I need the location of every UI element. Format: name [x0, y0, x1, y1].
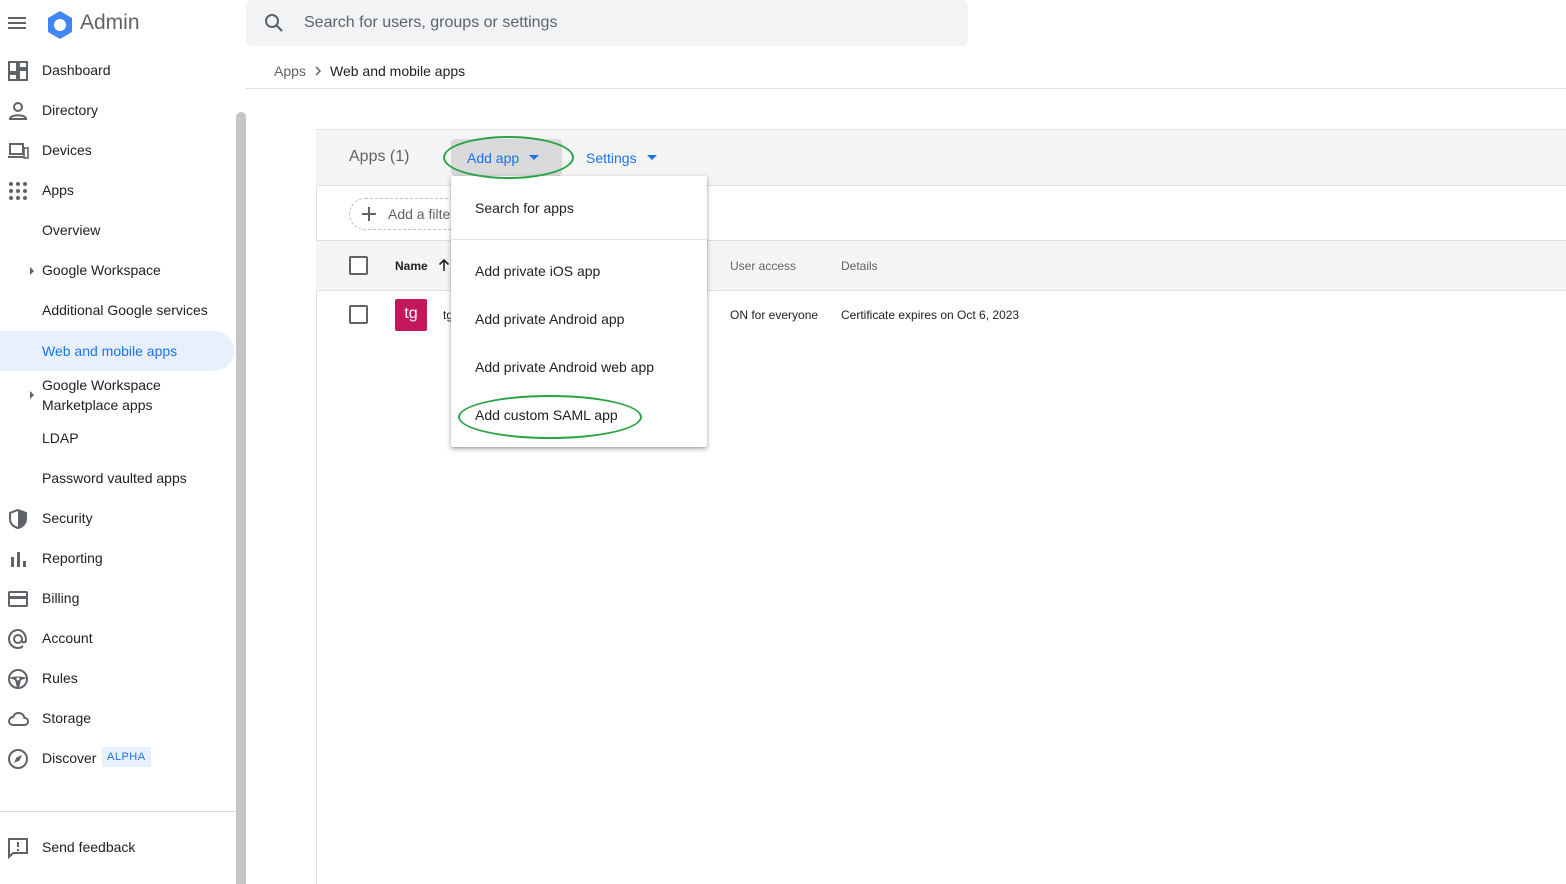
chevron-right-icon: [313, 65, 323, 77]
row-checkbox[interactable]: [349, 305, 368, 324]
app-title: Admin: [80, 11, 140, 34]
sidebar-item-label: Password vaulted apps: [42, 470, 187, 486]
menu-divider: [451, 239, 707, 240]
search-input[interactable]: Search for users, groups or settings: [304, 14, 557, 32]
breadcrumb-apps[interactable]: Apps: [274, 63, 306, 79]
breadcrumb-current: Web and mobile apps: [330, 63, 466, 79]
column-header-details[interactable]: Details: [841, 259, 878, 273]
sidebar-item-label: Marketplace apps: [42, 397, 153, 413]
sidebar-item-label: Account: [42, 630, 93, 646]
sidebar-item-marketplace-apps[interactable]: Google Workspace Marketplace apps: [0, 374, 236, 418]
apps-count-title: Apps (1): [349, 148, 410, 165]
plus-icon[interactable]: [361, 206, 377, 222]
sidebar-item-label: Devices: [42, 142, 92, 158]
shield-icon: [7, 508, 29, 530]
sidebar-item-dashboard[interactable]: Dashboard: [0, 50, 236, 90]
caret-right-icon[interactable]: [30, 391, 34, 399]
sidebar-item-label: Rules: [42, 670, 78, 686]
column-header-name[interactable]: Name: [395, 259, 428, 273]
apps-grid-icon: [7, 180, 29, 202]
sidebar-item-label: Reporting: [42, 550, 103, 566]
sidebar-item-apps[interactable]: Apps: [0, 170, 236, 210]
sidebar-item-label: Overview: [42, 222, 101, 238]
settings-button[interactable]: Settings: [586, 150, 637, 166]
sidebar-item-discover[interactable]: Discover ALPHA: [0, 738, 236, 778]
sidebar-item-web-and-mobile-apps[interactable]: Web and mobile apps: [0, 331, 234, 371]
bar-chart-icon: [7, 548, 29, 570]
row-details: Certificate expires on Oct 6, 2023: [841, 308, 1020, 322]
sidebar-item-overview[interactable]: Overview: [0, 210, 236, 250]
sidebar-item-label: Web and mobile apps: [42, 343, 178, 359]
sidebar-item-account[interactable]: Account: [0, 618, 236, 658]
steering-wheel-icon: [7, 668, 29, 690]
sidebar-item-directory[interactable]: Directory: [0, 90, 236, 130]
sidebar-item-label: Send feedback: [42, 839, 136, 855]
menu-item-add-private-android-app[interactable]: Add private Android app: [475, 311, 624, 327]
sidebar-item-reporting[interactable]: Reporting: [0, 538, 236, 578]
sidebar-item-label: Additional Google services: [42, 302, 208, 318]
sidebar-item-storage[interactable]: Storage: [0, 698, 236, 738]
row-user-access: ON for everyone: [730, 308, 819, 322]
sidebar-item-label: Dashboard: [42, 62, 111, 78]
sidebar-item-label: Apps: [42, 182, 74, 198]
sidebar-item-label: Billing: [42, 590, 80, 606]
sidebar-item-devices[interactable]: Devices: [0, 130, 236, 170]
sidebar-item-label: Security: [42, 510, 93, 526]
sidebar-divider: [0, 811, 236, 812]
at-sign-icon: [7, 628, 29, 650]
sidebar-item-label: Discover: [42, 750, 97, 766]
sidebar-item-ldap[interactable]: LDAP: [0, 418, 236, 458]
compass-icon: [7, 748, 29, 770]
sidebar-item-rules[interactable]: Rules: [0, 658, 236, 698]
select-all-checkbox[interactable]: [349, 256, 368, 275]
sidebar-item-label: Storage: [42, 710, 92, 726]
sidebar-item-additional-google-services[interactable]: Additional Google services: [0, 290, 236, 330]
header-divider: [246, 88, 1566, 89]
person-icon: [7, 100, 29, 122]
sidebar-scrollbar[interactable]: [236, 112, 246, 884]
sidebar-item-label: LDAP: [42, 430, 79, 446]
menu-item-add-private-ios-app[interactable]: Add private iOS app: [475, 263, 600, 279]
sidebar-item-label: Directory: [42, 102, 99, 118]
app-avatar: tg: [395, 299, 427, 331]
sidebar-item-label: Google Workspace: [42, 262, 161, 278]
devices-icon: [7, 140, 29, 162]
caret-down-icon[interactable]: [647, 155, 657, 160]
caret-right-icon[interactable]: [30, 267, 34, 275]
sidebar-item-password-vaulted-apps[interactable]: Password vaulted apps: [0, 458, 236, 498]
dashboard-icon: [7, 60, 29, 82]
search-icon[interactable]: [264, 13, 284, 33]
main-menu-icon[interactable]: [8, 14, 26, 32]
feedback-icon: [7, 837, 29, 859]
send-feedback-button[interactable]: Send feedback: [0, 827, 236, 867]
menu-item-search-for-apps[interactable]: Search for apps: [475, 200, 574, 216]
credit-card-icon: [7, 588, 29, 610]
highlight-ellipse: [458, 395, 642, 439]
sidebar-item-security[interactable]: Security: [0, 498, 236, 538]
sidebar-item-billing[interactable]: Billing: [0, 578, 236, 618]
sidebar-item-label: Google Workspace: [42, 377, 161, 393]
add-filter-label[interactable]: Add a filter: [388, 206, 455, 222]
column-header-user-access[interactable]: User access: [730, 259, 796, 273]
sidebar-item-google-workspace[interactable]: Google Workspace: [0, 250, 236, 290]
cloud-icon: [7, 708, 29, 730]
sort-ascending-icon[interactable]: [437, 258, 451, 272]
alpha-badge: ALPHA: [102, 747, 151, 767]
admin-logo-icon[interactable]: [45, 10, 75, 40]
menu-item-add-private-android-web-app[interactable]: Add private Android web app: [475, 359, 654, 375]
highlight-ellipse: [443, 136, 574, 179]
